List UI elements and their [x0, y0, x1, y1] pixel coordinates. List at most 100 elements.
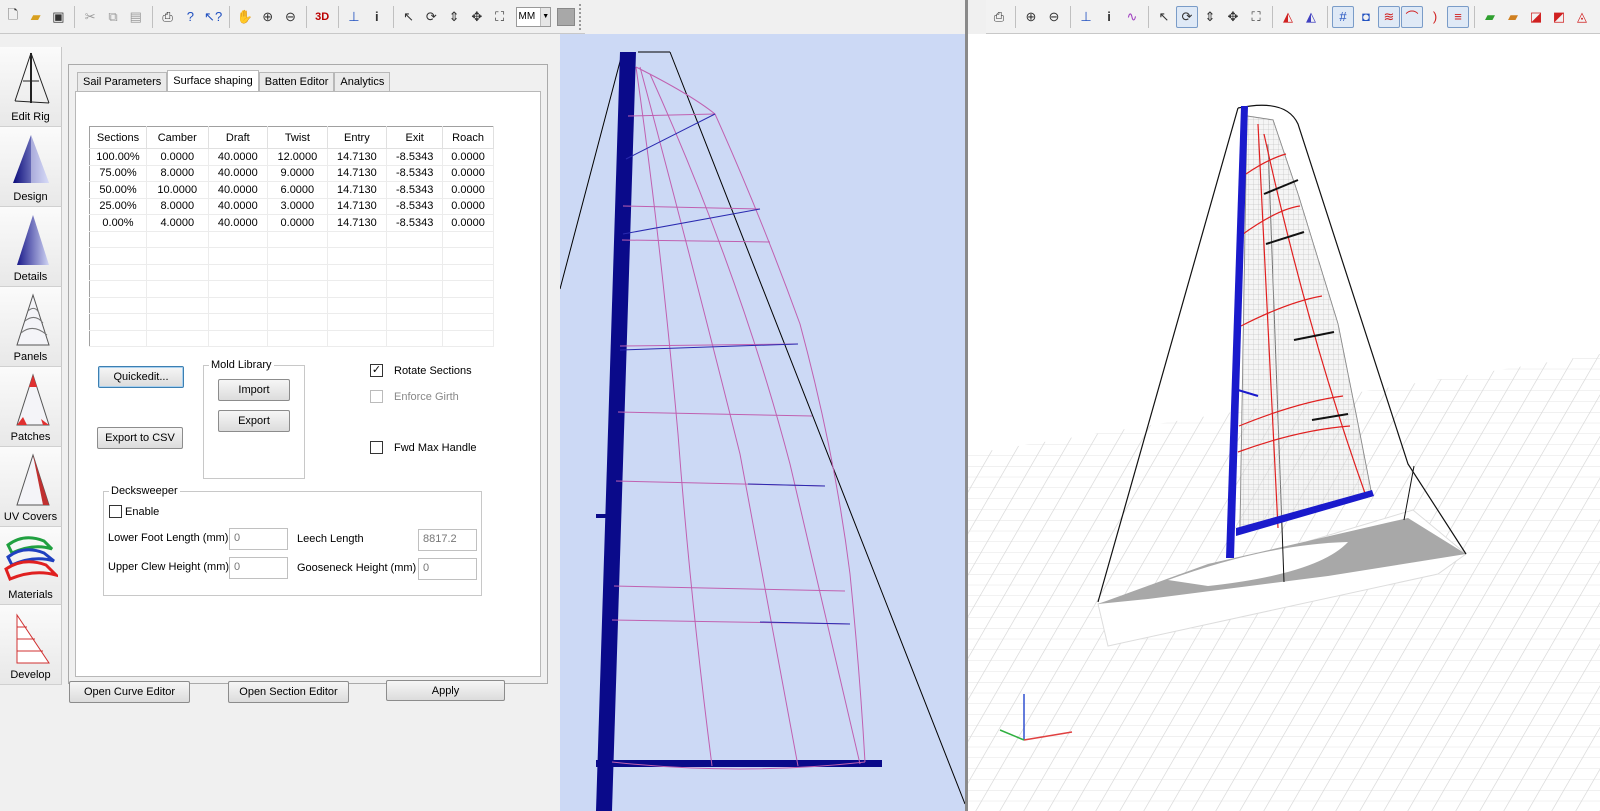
- view-3d-button[interactable]: 3D: [311, 6, 333, 28]
- table-row[interactable]: 0.00% 4.0000 40.0000 0.0000 14.7130 -8.5…: [89, 214, 494, 232]
- graph-icon[interactable]: ∿: [1121, 6, 1143, 28]
- table-row[interactable]: 100.00% 0.0000 40.0000 12.0000 14.7130 -…: [89, 148, 494, 166]
- table-cell[interactable]: -8.5343: [386, 181, 444, 199]
- patches-red-icon[interactable]: ◪: [1525, 6, 1547, 28]
- layers-icon[interactable]: ≋: [1378, 5, 1400, 28]
- tab-sail-parameters[interactable]: Sail Parameters: [77, 72, 168, 91]
- tab-surface-shaping[interactable]: Surface shaping: [167, 70, 259, 91]
- rotate-sections-checkbox[interactable]: ✓: [370, 364, 383, 377]
- sidebar-item-uv-covers[interactable]: UV Covers: [0, 447, 62, 527]
- print-icon[interactable]: ⎙: [988, 6, 1010, 28]
- column-header[interactable]: Twist: [267, 126, 328, 149]
- move-vertical-icon[interactable]: ⇕: [1199, 6, 1221, 28]
- upper-clew-height-input[interactable]: 0: [229, 557, 288, 579]
- column-header[interactable]: Draft: [208, 126, 269, 149]
- table-cell[interactable]: 40.0000: [208, 181, 269, 199]
- table-row[interactable]: 25.00% 8.0000 40.0000 3.0000 14.7130 -8.…: [89, 198, 494, 215]
- table-cell[interactable]: 100.00%: [89, 148, 147, 166]
- materials-icon[interactable]: ▰: [1502, 6, 1524, 28]
- sidebar-item-develop[interactable]: Develop: [0, 605, 62, 685]
- column-header[interactable]: Exit: [386, 126, 444, 149]
- zoom-in-icon[interactable]: ⊕: [257, 6, 279, 28]
- column-header[interactable]: Camber: [146, 126, 209, 149]
- table-row[interactable]: 50.00% 10.0000 40.0000 6.0000 14.7130 -8…: [89, 181, 494, 199]
- sidebar-item-panels[interactable]: Panels: [0, 287, 62, 367]
- zoom-in-icon[interactable]: ⊕: [1020, 6, 1042, 28]
- units-dropdown[interactable]: MM ▼: [515, 6, 552, 27]
- table-cell[interactable]: 50.00%: [89, 181, 147, 199]
- rotate-icon[interactable]: ⟳: [1176, 5, 1198, 28]
- column-header[interactable]: Roach: [442, 126, 494, 149]
- new-file-icon[interactable]: 🗋: [2, 6, 24, 28]
- fit-view-icon[interactable]: ⛶: [1245, 6, 1267, 28]
- context-help-icon[interactable]: ↖?: [202, 6, 224, 28]
- select-arrow-icon[interactable]: ↖: [398, 6, 420, 28]
- table-cell[interactable]: 0.0000: [267, 214, 328, 232]
- panels-green-icon[interactable]: ▰: [1479, 6, 1501, 28]
- table-cell[interactable]: 0.0000: [442, 198, 494, 215]
- export-csv-button[interactable]: Export to CSV: [97, 427, 183, 449]
- axes-icon[interactable]: ⊥: [1075, 6, 1097, 28]
- move-all-icon[interactable]: ✥: [1222, 6, 1244, 28]
- covers-icon[interactable]: ◬: [1571, 6, 1593, 28]
- develop-icon[interactable]: ◩: [1548, 6, 1570, 28]
- sail-2d-view[interactable]: [560, 34, 965, 811]
- table-cell[interactable]: 3.0000: [267, 198, 328, 215]
- box-3d-icon[interactable]: ◘: [1355, 6, 1377, 28]
- rotate-icon[interactable]: ⟳: [420, 6, 442, 28]
- toolbar-grip[interactable]: [579, 3, 585, 30]
- sidebar-item-materials[interactable]: Materials: [0, 527, 62, 605]
- sail-blue-icon[interactable]: ◭: [1300, 6, 1322, 28]
- table-cell[interactable]: 14.7130: [327, 198, 388, 215]
- lower-foot-length-input[interactable]: 0: [229, 528, 288, 550]
- sidebar-item-details[interactable]: Details: [0, 207, 62, 287]
- curve-icon[interactable]: ⌒: [1401, 5, 1423, 28]
- zoom-out-icon[interactable]: ⊖: [280, 6, 302, 28]
- export-button[interactable]: Export: [218, 410, 290, 432]
- table-cell[interactable]: 40.0000: [208, 214, 269, 232]
- fwd-max-handle-checkbox[interactable]: [370, 441, 383, 454]
- help-icon[interactable]: ?: [179, 6, 201, 28]
- table-cell[interactable]: -8.5343: [386, 148, 444, 166]
- leech-length-input[interactable]: 8817.2: [418, 529, 477, 551]
- sidebar-item-design[interactable]: Design: [0, 127, 62, 207]
- info-icon[interactable]: i: [366, 6, 388, 28]
- axes-icon[interactable]: ⊥: [343, 6, 365, 28]
- sail-red-icon[interactable]: ◭: [1277, 6, 1299, 28]
- table-cell[interactable]: 9.0000: [267, 165, 328, 182]
- move-all-icon[interactable]: ✥: [466, 6, 488, 28]
- print-icon[interactable]: ⎙: [157, 6, 179, 28]
- table-cell[interactable]: 0.0000: [442, 148, 494, 166]
- table-cell[interactable]: 0.0000: [442, 181, 494, 199]
- copy-icon[interactable]: ⧉: [102, 6, 124, 28]
- sidebar-item-edit-rig[interactable]: Edit Rig: [0, 47, 62, 127]
- battens-icon[interactable]: ≡: [1447, 5, 1469, 28]
- table-cell[interactable]: 8.0000: [146, 198, 209, 215]
- column-header[interactable]: Entry: [327, 126, 388, 149]
- table-cell[interactable]: 14.7130: [327, 165, 388, 182]
- table-cell[interactable]: 40.0000: [208, 148, 269, 166]
- move-vertical-icon[interactable]: ⇕: [443, 6, 465, 28]
- pan-hand-icon[interactable]: ✋: [234, 6, 256, 28]
- quickedit-button[interactable]: Quickedit...: [98, 366, 184, 388]
- decksweeper-enable-checkbox[interactable]: [109, 505, 122, 518]
- table-cell[interactable]: 12.0000: [267, 148, 328, 166]
- table-cell[interactable]: -8.5343: [386, 165, 444, 182]
- table-cell[interactable]: 40.0000: [208, 165, 269, 182]
- color-swatch[interactable]: [557, 7, 576, 26]
- zoom-out-icon[interactable]: ⊖: [1043, 6, 1065, 28]
- import-button[interactable]: Import: [218, 379, 290, 401]
- table-cell[interactable]: 14.7130: [327, 181, 388, 199]
- save-icon[interactable]: ▣: [48, 6, 70, 28]
- open-section-editor-button[interactable]: Open Section Editor: [228, 681, 349, 703]
- sidebar-item-patches[interactable]: Patches: [0, 367, 62, 447]
- open-curve-editor-button[interactable]: Open Curve Editor: [69, 681, 190, 703]
- open-folder-icon[interactable]: ▰: [25, 6, 47, 28]
- table-row[interactable]: 75.00% 8.0000 40.0000 9.0000 14.7130 -8.…: [89, 165, 494, 182]
- table-cell[interactable]: 8.0000: [146, 165, 209, 182]
- table-cell[interactable]: -8.5343: [386, 198, 444, 215]
- column-header[interactable]: Sections: [89, 126, 147, 149]
- table-cell[interactable]: 0.0000: [442, 214, 494, 232]
- paste-icon[interactable]: ▤: [125, 6, 147, 28]
- sail-3d-view[interactable]: [968, 34, 1600, 811]
